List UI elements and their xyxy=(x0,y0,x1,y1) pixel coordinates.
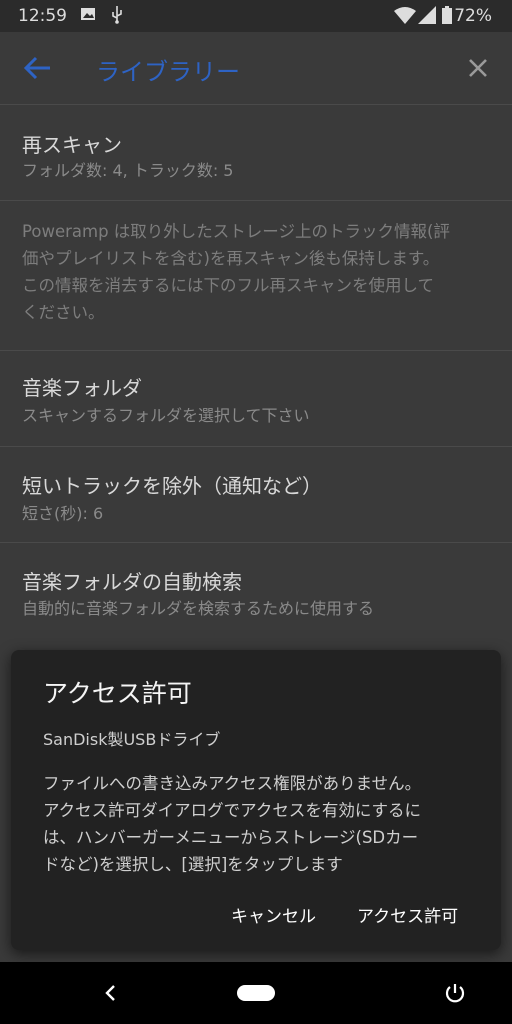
setting-title: 音楽フォルダ xyxy=(22,376,142,400)
toolbar: ライブラリー xyxy=(0,32,512,105)
usb-icon xyxy=(110,6,124,28)
setting-summary: 自動的に音楽フォルダを検索するために使用する xyxy=(22,599,375,618)
setting-rescan[interactable]: 再スキャン フォルダ数: 4, トラック数: 5 xyxy=(0,105,512,201)
info-line: Poweramp は取り外したストレージ上のトラック情報(評 xyxy=(22,222,450,241)
back-arrow-icon[interactable] xyxy=(22,52,54,84)
dialog-subtitle: SanDisk製USBドライブ xyxy=(43,730,221,749)
dialog-title: アクセス許可 xyxy=(43,679,192,708)
setting-exclude-short[interactable]: 短いトラックを除外（通知など） 短さ(秒): 6 xyxy=(0,446,512,543)
dialog-message-line: アクセス許可ダイアログでアクセスを有効にするに xyxy=(43,801,422,820)
navigation-bar xyxy=(0,962,512,1024)
dialog-message-line: ドなど)を選択し、[選択]をタップします xyxy=(43,855,343,874)
info-line: ください。 xyxy=(22,303,105,322)
wifi-icon xyxy=(394,6,416,28)
allow-access-button[interactable]: アクセス許可 xyxy=(357,902,458,927)
setting-summary: スキャンするフォルダを選択して下さい xyxy=(22,406,310,425)
setting-summary: 短さ(秒): 6 xyxy=(22,504,104,523)
setting-music-folder[interactable]: 音楽フォルダ スキャンするフォルダを選択して下さい xyxy=(0,350,512,447)
dialog-message-line: は、ハンバーガーメニューからストレージ(SDカー xyxy=(43,828,419,847)
dialog-message: ファイルへの書き込みアクセス権限がありません。 アクセス許可ダイアログでアクセス… xyxy=(43,770,483,878)
image-icon xyxy=(80,6,96,26)
setting-title: 音楽フォルダの自動検索 xyxy=(22,570,242,594)
setting-title: 短いトラックを除外（通知など） xyxy=(22,474,322,498)
info-text: Poweramp は取り外したストレージ上のトラック情報(評 価やプレイリストを… xyxy=(22,218,490,326)
info-line: 価やプレイリストを含む)を再スキャン後も保持します。 xyxy=(22,249,440,268)
info-line: この情報を消去するには下のフル再スキャンを使用して xyxy=(22,276,435,295)
status-bar: 12:59 72% xyxy=(0,0,512,32)
page-title: ライブラリー xyxy=(96,58,240,86)
dialog-message-line: ファイルへの書き込みアクセス権限がありません。 xyxy=(43,774,422,793)
status-time: 12:59 xyxy=(18,6,67,26)
setting-summary: フォルダ数: 4, トラック数: 5 xyxy=(22,161,234,180)
nav-home-icon[interactable] xyxy=(237,985,275,1001)
battery-percent: 72% xyxy=(454,6,492,26)
access-dialog: アクセス許可 SanDisk製USBドライブ ファイルへの書き込みアクセス権限が… xyxy=(11,650,501,950)
cancel-button[interactable]: キャンセル xyxy=(231,902,316,927)
nav-back-icon[interactable] xyxy=(100,982,120,1004)
battery-icon xyxy=(442,6,452,28)
setting-title: 再スキャン xyxy=(22,133,122,157)
signal-icon xyxy=(418,6,436,28)
setting-auto-search[interactable]: 音楽フォルダの自動検索 自動的に音楽フォルダを検索するために使用する xyxy=(0,542,512,638)
power-icon[interactable] xyxy=(444,982,466,1004)
close-icon[interactable] xyxy=(464,54,492,82)
